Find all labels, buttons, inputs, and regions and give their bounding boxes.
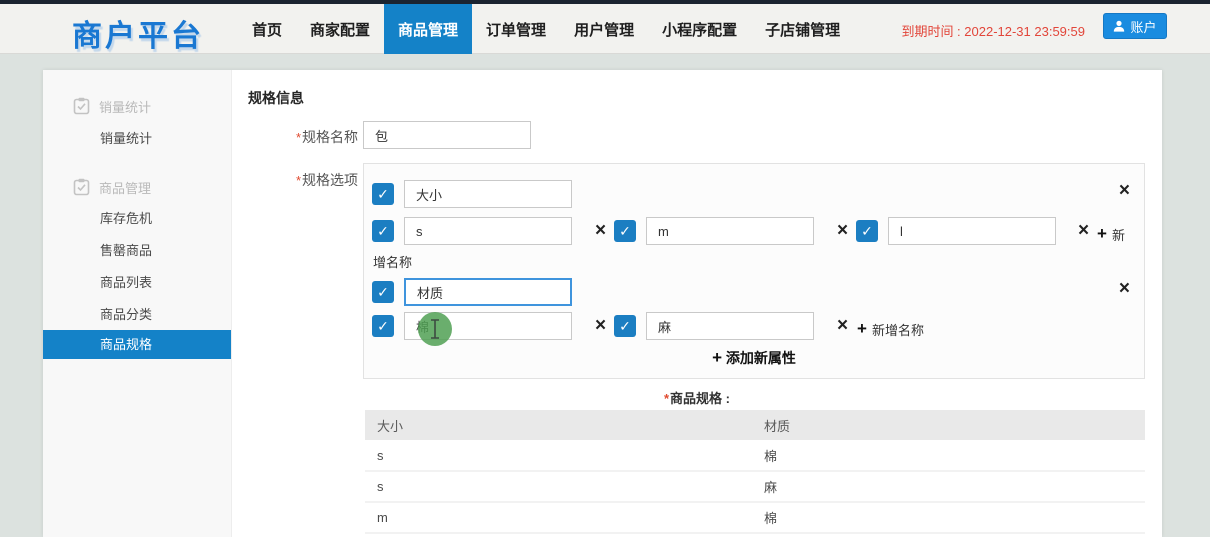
clipboard-check-icon: [73, 178, 90, 196]
main-nav: 首页 商家配置 商品管理 订单管理 用户管理 小程序配置 子店铺管理: [238, 4, 854, 54]
nav-product-management[interactable]: 商品管理: [384, 4, 472, 54]
nav-order-management[interactable]: 订单管理: [472, 4, 560, 54]
attr2-value2-input[interactable]: [646, 312, 814, 340]
attr1-value3-checkbox[interactable]: ✓: [856, 220, 878, 242]
table-cell-size: s: [365, 440, 755, 471]
attr1-add-value-label-part1: 新: [1112, 225, 1125, 244]
sidebar-item-stock-crisis[interactable]: 库存危机: [43, 208, 231, 230]
table-header-material: 材质: [755, 410, 1145, 440]
table-row[interactable]: s 棉: [365, 440, 1145, 471]
attr2-value1-checkbox[interactable]: ✓: [372, 315, 394, 337]
clipboard-check-icon: [73, 97, 90, 115]
spec-table-label-text: 商品规格 :: [670, 391, 730, 406]
sidebar-group-label: 商品管理: [99, 178, 151, 197]
attr1-remove-icon[interactable]: ×: [1119, 183, 1130, 199]
add-attribute-button[interactable]: + 添加新属性: [364, 348, 1144, 368]
plus-icon: +: [857, 319, 867, 339]
attr1-value3-input[interactable]: [888, 217, 1056, 245]
nav-miniprogram-config[interactable]: 小程序配置: [648, 4, 751, 54]
attr1-value2-input[interactable]: [646, 217, 814, 245]
check-icon: ✓: [619, 223, 631, 240]
attr2-name-checkbox[interactable]: ✓: [372, 281, 394, 303]
table-cell-size: s: [365, 471, 755, 502]
sidebar-item-sold-out[interactable]: 售罄商品: [43, 240, 231, 262]
check-icon: ✓: [377, 318, 389, 335]
app-header: 商户平台 首页 商家配置 商品管理 订单管理 用户管理 小程序配置 子店铺管理 …: [0, 4, 1210, 54]
required-asterisk: *: [664, 391, 669, 406]
attr2-name-input[interactable]: [404, 278, 572, 306]
attr2-value2-remove-icon[interactable]: ×: [837, 318, 848, 334]
add-attribute-label: 添加新属性: [726, 350, 796, 366]
attr1-value3-remove-icon[interactable]: ×: [1078, 223, 1089, 239]
check-icon: ✓: [619, 318, 631, 335]
attr2-add-value-button[interactable]: + 新增名称: [857, 319, 924, 339]
spec-name-label: *规格名称: [178, 127, 358, 147]
sidebar-group-sales-stats: 销量统计: [43, 95, 231, 117]
sidebar-group-label: 销量统计: [99, 97, 151, 116]
nav-user-management[interactable]: 用户管理: [560, 4, 648, 54]
table-row[interactable]: s 麻: [365, 471, 1145, 502]
attr1-value1-checkbox[interactable]: ✓: [372, 220, 394, 242]
check-icon: ✓: [861, 223, 873, 240]
table-cell-material: 麻: [755, 471, 1145, 502]
spec-combinations-table: 大小 材质 s 棉 s 麻 m 棉: [365, 410, 1145, 534]
spec-name-input[interactable]: [363, 121, 531, 149]
sidebar-item-product-category[interactable]: 商品分类: [43, 304, 231, 326]
spec-options-label-text: 规格选项: [302, 172, 358, 188]
plus-icon: +: [1097, 224, 1107, 244]
check-icon: ✓: [377, 223, 389, 240]
spec-name-label-text: 规格名称: [302, 129, 358, 145]
attr1-add-value-label-part2[interactable]: 增名称: [373, 252, 412, 271]
table-cell-material: 棉: [755, 440, 1145, 471]
spec-options-panel: ✓ × ✓ × ✓ × ✓ × + 新 增名称 ✓ × ✓ ×: [363, 163, 1145, 379]
attr1-name-input[interactable]: [404, 180, 572, 208]
sidebar-item-product-list[interactable]: 商品列表: [43, 272, 231, 294]
check-icon: ✓: [377, 186, 389, 203]
attr1-add-value-button[interactable]: + 新: [1097, 224, 1125, 244]
table-header-size: 大小: [365, 410, 755, 440]
attr2-value2-checkbox[interactable]: ✓: [614, 315, 636, 337]
attr2-value1-remove-icon[interactable]: ×: [595, 318, 606, 334]
attr1-value1-input[interactable]: [404, 217, 572, 245]
account-button-label: 账户: [1130, 17, 1156, 36]
attr1-value2-checkbox[interactable]: ✓: [614, 220, 636, 242]
plus-icon: +: [712, 348, 722, 367]
required-asterisk: *: [296, 173, 301, 188]
nav-home[interactable]: 首页: [238, 4, 296, 54]
nav-substore-management[interactable]: 子店铺管理: [751, 4, 854, 54]
sidebar-item-product-spec[interactable]: 商品规格: [43, 330, 231, 359]
main-content: 规格信息 *规格名称 *规格选项 ✓ × ✓ × ✓ × ✓ × + 新: [232, 70, 1162, 537]
nav-merchant-config[interactable]: 商家配置: [296, 4, 384, 54]
content-card: 销量统计 销量统计 商品管理 库存危机 售罄商品 商品列表 商品分类 商品规格 …: [43, 70, 1162, 537]
spec-options-label: *规格选项: [178, 170, 358, 190]
attr1-value1-remove-icon[interactable]: ×: [595, 223, 606, 239]
page-title: 规格信息: [248, 88, 304, 108]
attr2-add-value-label: 新增名称: [872, 320, 924, 339]
expiry-time: 到期时间 : 2022-12-31 23:59:59: [901, 21, 1085, 40]
table-row[interactable]: m 棉: [365, 502, 1145, 533]
spec-table-label: *商品规格 :: [232, 388, 1162, 407]
user-icon: [1113, 20, 1125, 32]
app-logo: 商户平台: [72, 11, 204, 55]
table-header-row: 大小 材质: [365, 410, 1145, 440]
attr1-value2-remove-icon[interactable]: ×: [837, 223, 848, 239]
attr2-remove-icon[interactable]: ×: [1119, 281, 1130, 297]
check-icon: ✓: [377, 284, 389, 301]
table-cell-material: 棉: [755, 502, 1145, 533]
account-button[interactable]: 账户: [1103, 13, 1167, 39]
required-asterisk: *: [296, 130, 301, 145]
attr2-value1-input[interactable]: [404, 312, 572, 340]
table-cell-size: m: [365, 502, 755, 533]
attr1-name-checkbox[interactable]: ✓: [372, 183, 394, 205]
